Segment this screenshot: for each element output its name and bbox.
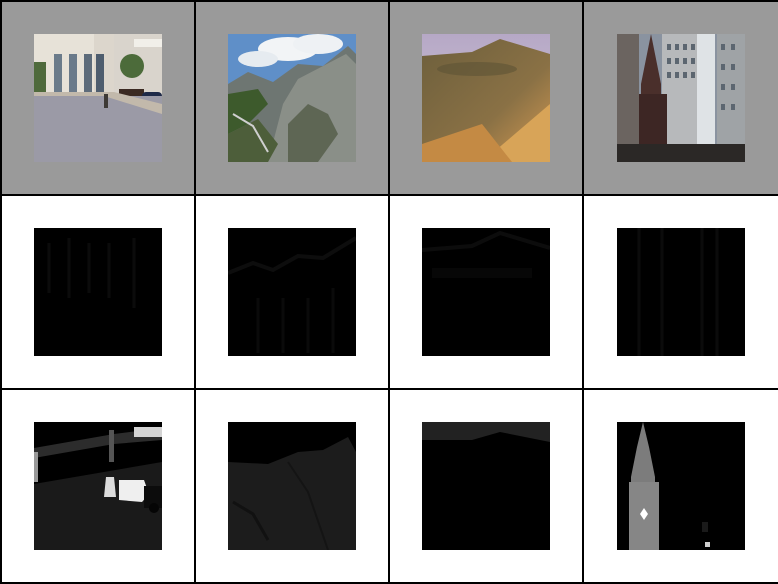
mountain-scene-image	[228, 34, 356, 162]
feature-map-street	[34, 228, 162, 356]
segmentation-mask-image	[34, 422, 162, 550]
cell-feature-desert	[390, 196, 582, 388]
photo-street	[34, 34, 162, 162]
photo-mountain	[228, 34, 356, 162]
segmentation-mask-image	[617, 422, 745, 550]
feature-map-mountain	[228, 228, 356, 356]
feature-map-image	[228, 228, 356, 356]
cell-mask-mountain	[196, 390, 388, 582]
desert-scene-image	[422, 34, 550, 162]
photo-desert	[422, 34, 550, 162]
feature-map-desert	[422, 228, 550, 356]
cell-mask-street	[2, 390, 194, 582]
photo-city	[617, 34, 745, 162]
image-grid	[0, 0, 778, 584]
cell-feature-mountain	[196, 196, 388, 388]
cell-mask-desert	[390, 390, 582, 582]
cell-photo-city	[584, 2, 778, 194]
feature-map-city	[617, 228, 745, 356]
cell-photo-desert	[390, 2, 582, 194]
mask-desert	[422, 422, 550, 550]
feature-map-image	[422, 228, 550, 356]
segmentation-mask-image	[228, 422, 356, 550]
feature-map-image	[617, 228, 745, 356]
cell-photo-mountain	[196, 2, 388, 194]
street-scene-image	[34, 34, 162, 162]
segmentation-mask-image	[422, 422, 550, 550]
mask-street	[34, 422, 162, 550]
mask-mountain	[228, 422, 356, 550]
cell-photo-street	[2, 2, 194, 194]
feature-map-image	[34, 228, 162, 356]
cell-mask-city	[584, 390, 778, 582]
cell-feature-street	[2, 196, 194, 388]
city-church-image	[617, 34, 745, 162]
cell-feature-city	[584, 196, 778, 388]
mask-city	[617, 422, 745, 550]
